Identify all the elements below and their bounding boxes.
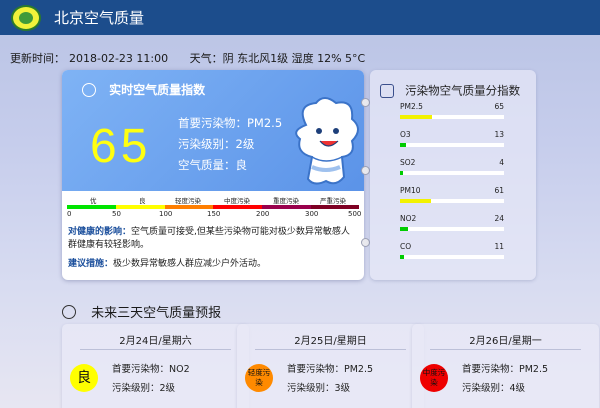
aqi-header-panel: 实时空气质量指数 65 首要污染物：PM2.5 污染级别：2级 空气质量：良 <box>62 70 364 191</box>
scale-bar <box>67 205 359 209</box>
update-time: 2018-02-23 11:00 <box>69 52 169 65</box>
primary-pollutant: 首要污染物：PM2.5 <box>178 116 283 130</box>
air-quality: 空气质量：良 <box>178 158 247 172</box>
pollutant-icon <box>380 83 394 98</box>
aqi-value: 65 <box>90 120 152 173</box>
forecast-card: 2月25日/星期日 轻度污染 首要污染物：PM2.5 污染级别：3级 <box>237 324 424 408</box>
aqi-scale: 优 良 轻度污染 中度污染 重度污染 严重污染 0 50 100 150 200… <box>67 194 362 224</box>
forecast-badge: 轻度污染 <box>245 364 273 392</box>
pollutant-name: SO2 <box>400 158 416 167</box>
scale-label: 重度污染 <box>273 197 299 205</box>
pollutant-row: NO2 24 <box>400 214 504 236</box>
scale-tick: 0 <box>67 210 72 218</box>
aqi-info: 首要污染物：PM2.5 污染级别：2级 空气质量：良 <box>178 113 282 176</box>
pollutant-bar <box>400 255 405 259</box>
forecast-primary: 首要污染物：PM2.5 <box>287 364 374 375</box>
weather-info: 天气：阴 东北风1级 湿度 12% 5°C <box>189 52 366 65</box>
pollutant-row: PM2.5 65 <box>400 102 504 124</box>
top-bar: 北京空气质量 <box>0 0 600 35</box>
pollutant-row: SO2 4 <box>400 158 504 180</box>
app-title: 北京空气质量 <box>54 9 145 27</box>
health-impact: 对健康的影响：空气质量可接受,但某些污染物可能对极少数异常敏感人群健康有较轻影响… <box>68 226 358 252</box>
scale-segment <box>116 205 165 209</box>
pollutant-name: PM2.5 <box>400 102 423 111</box>
forecast-level: 污染级别：4级 <box>462 383 526 394</box>
scale-tick: 300 <box>305 210 319 218</box>
pollutant-bar <box>400 199 432 203</box>
health-label: 对健康的影响： <box>68 227 132 237</box>
pollutant-bar <box>400 115 433 119</box>
pollution-level: 污染级别：2级 <box>178 137 255 151</box>
binder-ring-icon <box>361 98 370 107</box>
pollutant-name: NO2 <box>400 214 417 223</box>
scale-segment <box>165 205 213 209</box>
realtime-title: 实时空气质量指数 <box>109 83 206 97</box>
clock-icon <box>62 304 76 319</box>
realtime-aqi-card: 实时空气质量指数 65 首要污染物：PM2.5 污染级别：2级 空气质量：良 优… <box>62 70 364 280</box>
forecast-date: 2月25日/星期日 <box>294 336 367 347</box>
pollutant-name: PM10 <box>400 186 421 195</box>
realtime-icon <box>82 82 96 97</box>
scale-tick: 500 <box>348 210 362 218</box>
pollutant-row: O3 13 <box>400 130 504 152</box>
binder-ring-icon <box>361 238 370 247</box>
forecast-primary: 首要污染物：NO2 <box>112 364 190 375</box>
forecast-badge: 中度污染 <box>420 364 448 392</box>
forecast-card: 2月26日/星期一 中度污染 首要污染物：PM2.5 污染级别：4级 <box>412 324 599 408</box>
scale-labels: 优 良 轻度污染 中度污染 重度污染 严重污染 <box>67 195 359 205</box>
pollutant-name: O3 <box>400 130 411 139</box>
pollutant-title: 污染物空气质量分指数 <box>405 83 521 98</box>
scale-ticks: 0 50 100 150 200 300 500 <box>67 210 362 220</box>
advice-text: 极少数异常敏感人群应减少户外活动。 <box>113 259 267 269</box>
update-label: 更新时间： <box>10 52 65 65</box>
forecast-primary: 首要污染物：PM2.5 <box>462 364 549 375</box>
forecast-level: 污染级别：2级 <box>112 383 176 394</box>
forecast-card: 2月24日/星期六 良 首要污染物：NO2 污染级别：2级 <box>62 324 249 408</box>
pollutant-index-card: 污染物空气质量分指数 PM2.5 65 O3 13 SO2 4 PM10 61 … <box>370 70 536 280</box>
pollutant-row: PM10 61 <box>400 186 504 208</box>
forecast-header: 未来三天空气质量预报 <box>62 301 221 321</box>
binder-ring-icon <box>361 166 370 175</box>
forecast-date: 2月26日/星期一 <box>469 336 542 347</box>
pollutant-bar <box>400 171 404 175</box>
mascot-icon <box>295 97 359 185</box>
scale-label: 严重污染 <box>320 197 346 205</box>
forecast-badge: 良 <box>70 364 98 392</box>
forecast-date: 2月24日/星期六 <box>119 336 192 347</box>
advice-label: 建议措施： <box>68 259 114 269</box>
scale-label: 优 <box>90 197 97 205</box>
scale-tick: 50 <box>112 210 121 218</box>
logo-icon <box>11 5 41 31</box>
scale-segment <box>67 205 116 209</box>
forecast-title: 未来三天空气质量预报 <box>91 306 222 321</box>
pollutant-bar <box>400 227 409 231</box>
pollutant-value: 13 <box>494 130 504 139</box>
scale-tick: 150 <box>207 210 221 218</box>
forecast-level: 污染级别：3级 <box>287 383 351 394</box>
pollutant-name: CO <box>400 242 412 251</box>
pollutant-value: 24 <box>494 214 504 223</box>
pollutant-value: 61 <box>494 186 504 195</box>
scale-tick: 200 <box>256 210 270 218</box>
scale-label: 良 <box>139 197 146 205</box>
pollutant-value: 11 <box>494 242 504 251</box>
pollutant-value: 4 <box>499 158 504 167</box>
scale-segment <box>311 205 359 209</box>
pollutant-row: CO 11 <box>400 242 504 264</box>
scale-segment <box>213 205 262 209</box>
update-line: 更新时间： 2018-02-23 11:00 天气：阴 东北风1级 湿度 12% … <box>10 50 369 66</box>
scale-segment <box>262 205 311 209</box>
pollutant-bar <box>400 143 407 147</box>
scale-label: 中度污染 <box>224 197 250 205</box>
advice: 建议措施：极少数异常敏感人群应减少户外活动。 <box>68 256 358 269</box>
scale-tick: 100 <box>159 210 173 218</box>
scale-label: 轻度污染 <box>175 197 201 205</box>
pollutant-value: 65 <box>494 102 504 111</box>
